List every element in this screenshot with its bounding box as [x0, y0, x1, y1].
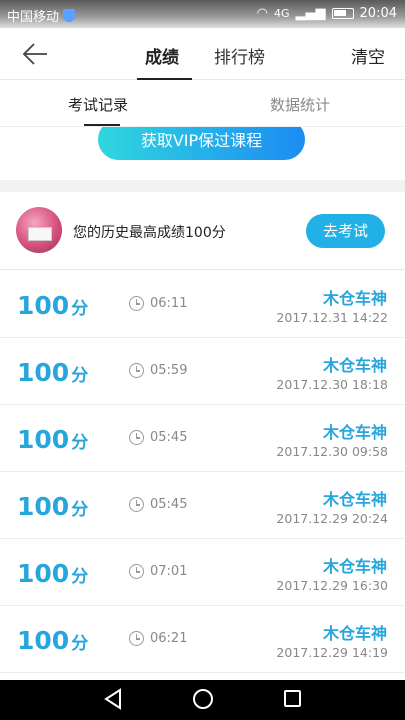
- battery-icon: [331, 8, 354, 19]
- avatar: [16, 207, 62, 253]
- best-score-text: 您的历史最高成绩100分: [73, 225, 226, 241]
- score-value: 100: [17, 626, 70, 655]
- subtab-statistics[interactable]: 数据统计: [270, 94, 330, 115]
- signal-icon: ▂▄▆: [295, 6, 326, 21]
- take-exam-button[interactable]: 去考试: [306, 214, 385, 248]
- score-value: 100: [17, 425, 70, 454]
- nav-recents-icon[interactable]: [284, 690, 301, 707]
- carrier-group: 中国移动: [7, 6, 76, 25]
- score-value: 100: [17, 358, 70, 387]
- score: 100 分: [17, 358, 88, 387]
- arrow-left-icon[interactable]: [20, 40, 50, 68]
- record-date: 2017.12.30 18:18: [276, 377, 388, 392]
- clock-icon: [129, 497, 144, 512]
- score: 100 分: [17, 425, 88, 454]
- shield-icon: [63, 9, 76, 22]
- duration-value: 06:21: [150, 631, 188, 646]
- subtab-bar: 考试记录 数据统计: [0, 81, 405, 127]
- vip-course-button[interactable]: 获取VIP保过课程: [98, 127, 305, 160]
- tab-scores[interactable]: 成绩: [145, 43, 179, 68]
- tab-indicator: [137, 78, 192, 80]
- clock-icon: [129, 296, 144, 311]
- section-divider: [0, 180, 405, 192]
- score-value: 100: [17, 492, 70, 521]
- duration-value: 06:11: [150, 296, 188, 311]
- duration-value: 05:59: [150, 363, 188, 378]
- score-unit: 分: [71, 500, 89, 520]
- clock-icon: [129, 363, 144, 378]
- score-unit: 分: [71, 366, 89, 386]
- score: 100 分: [17, 291, 88, 320]
- clock-icon: [129, 430, 144, 445]
- user-name: 木仓车神: [322, 423, 387, 442]
- record-row[interactable]: 100 分 05:45 木仓车神 2017.12.29 20:24: [0, 472, 405, 539]
- subtab-exam-records[interactable]: 考试记录: [68, 94, 128, 115]
- duration: 06:21: [129, 631, 187, 646]
- user-name: 木仓车神: [322, 356, 387, 375]
- record-date: 2017.12.30 09:58: [276, 444, 388, 459]
- clock-icon: [129, 564, 144, 579]
- score-unit: 分: [71, 567, 89, 587]
- status-bar: 中国移动 ◠ 4G ▂▄▆ 20:04: [0, 0, 405, 28]
- user-name: 木仓车神: [322, 490, 387, 509]
- time-label: 20:04: [359, 6, 397, 21]
- score-unit: 分: [71, 299, 89, 319]
- carrier-label: 中国移动: [7, 10, 60, 25]
- record-list: 100 分 06:11 木仓车神 2017.12.31 14:22 100 分 05:59 木仓…: [0, 271, 405, 673]
- duration-value: 05:45: [150, 497, 188, 512]
- record-row[interactable]: 100 分 05:59 木仓车神 2017.12.30 18:18: [0, 338, 405, 405]
- nav-back-icon[interactable]: [103, 688, 123, 710]
- duration-value: 07:01: [150, 564, 188, 579]
- nav-home-icon[interactable]: [193, 689, 213, 709]
- score-unit: 分: [71, 433, 89, 453]
- score: 100 分: [17, 626, 88, 655]
- record-date: 2017.12.29 14:19: [276, 645, 388, 660]
- wifi-icon: ◠: [256, 6, 268, 21]
- record-date: 2017.12.29 20:24: [276, 511, 388, 526]
- network-label: 4G: [274, 7, 290, 20]
- record-date: 2017.12.31 14:22: [276, 310, 388, 325]
- record-date: 2017.12.29 16:30: [276, 578, 388, 593]
- vip-banner: 获取VIP保过课程: [0, 127, 405, 180]
- score-value: 100: [17, 291, 70, 320]
- duration-value: 05:45: [150, 430, 188, 445]
- best-score-panel: 您的历史最高成绩100分 去考试: [0, 192, 405, 270]
- record-row[interactable]: 100 分 06:21 木仓车神 2017.12.29 14:19: [0, 606, 405, 673]
- duration: 05:45: [129, 497, 187, 512]
- clear-button[interactable]: 清空: [351, 43, 385, 68]
- user-name: 木仓车神: [322, 289, 387, 308]
- record-row[interactable]: 100 分 06:11 木仓车神 2017.12.31 14:22: [0, 271, 405, 338]
- subtab-indicator: [84, 124, 120, 126]
- user-name: 木仓车神: [322, 624, 387, 643]
- system-nav-bar: [0, 680, 405, 720]
- duration: 06:11: [129, 296, 187, 311]
- score: 100 分: [17, 559, 88, 588]
- record-row[interactable]: 100 分 07:01 木仓车神 2017.12.29 16:30: [0, 539, 405, 606]
- duration: 05:59: [129, 363, 187, 378]
- score-unit: 分: [71, 634, 89, 654]
- score-value: 100: [17, 559, 70, 588]
- record-row[interactable]: 100 分 05:45 木仓车神 2017.12.30 09:58: [0, 405, 405, 472]
- score: 100 分: [17, 492, 88, 521]
- duration: 05:45: [129, 430, 187, 445]
- duration: 07:01: [129, 564, 187, 579]
- tab-ranking[interactable]: 排行榜: [214, 43, 265, 68]
- top-bar: 成绩 排行榜 清空: [0, 28, 405, 80]
- status-right: ◠ 4G ▂▄▆ 20:04: [257, 6, 397, 21]
- user-name: 木仓车神: [322, 557, 387, 576]
- clock-icon: [129, 631, 144, 646]
